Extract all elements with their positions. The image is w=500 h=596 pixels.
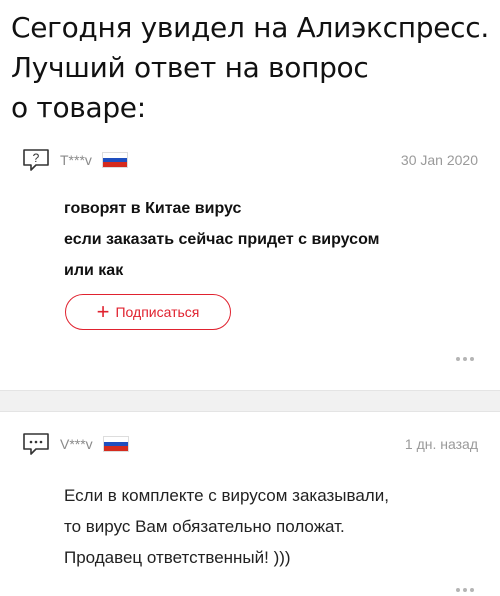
russia-flag-icon [102,436,129,452]
answer-line: Если в комплекте с вирусом заказывали, [64,486,389,505]
plus-icon: + [96,299,110,324]
answer-card: V***v 1 дн. назад Если в комплекте с вир… [0,412,500,596]
answer-author: V***v [60,436,93,452]
caption-line: Лучший ответ на вопрос [11,51,369,84]
caption-line: о товаре: [11,91,146,124]
answer-bubble-icon [22,432,50,456]
russia-flag-icon [101,152,128,168]
question-text: говорят в Китае вирус если заказать сейч… [64,193,379,286]
section-divider [0,390,500,412]
post-caption: Сегодня увидел на Алиэкспресс. Лучший от… [11,8,491,128]
answer-line: Продавец ответственный! ))) [64,548,291,567]
question-date: 30 Jan 2020 [400,152,478,168]
question-author: T***v [60,152,92,168]
follow-button-label: Подписаться [115,304,200,320]
follow-button[interactable]: + Подписаться [65,294,231,330]
question-line: если заказать сейчас придет с вирусом [64,231,380,248]
question-card: ? T***v 30 Jan 2020 говорят в Китае виру… [0,140,500,390]
answer-line: то вирус Вам обязательно положат. [64,517,345,536]
answer-text: Если в комплекте с вирусом заказывали, т… [64,480,389,573]
answer-meta: V***v [22,432,129,456]
question-meta: ? T***v [22,148,128,172]
question-line: говорят в Китае вирус [64,200,242,217]
question-line: или как [64,262,124,279]
svg-text:?: ? [33,151,40,165]
more-dots-icon[interactable] [456,357,474,361]
caption-line: Сегодня увидел на Алиэкспресс. [11,11,489,44]
more-dots-icon[interactable] [456,588,474,592]
question-bubble-icon: ? [22,148,50,172]
answer-date: 1 дн. назад [404,436,478,452]
